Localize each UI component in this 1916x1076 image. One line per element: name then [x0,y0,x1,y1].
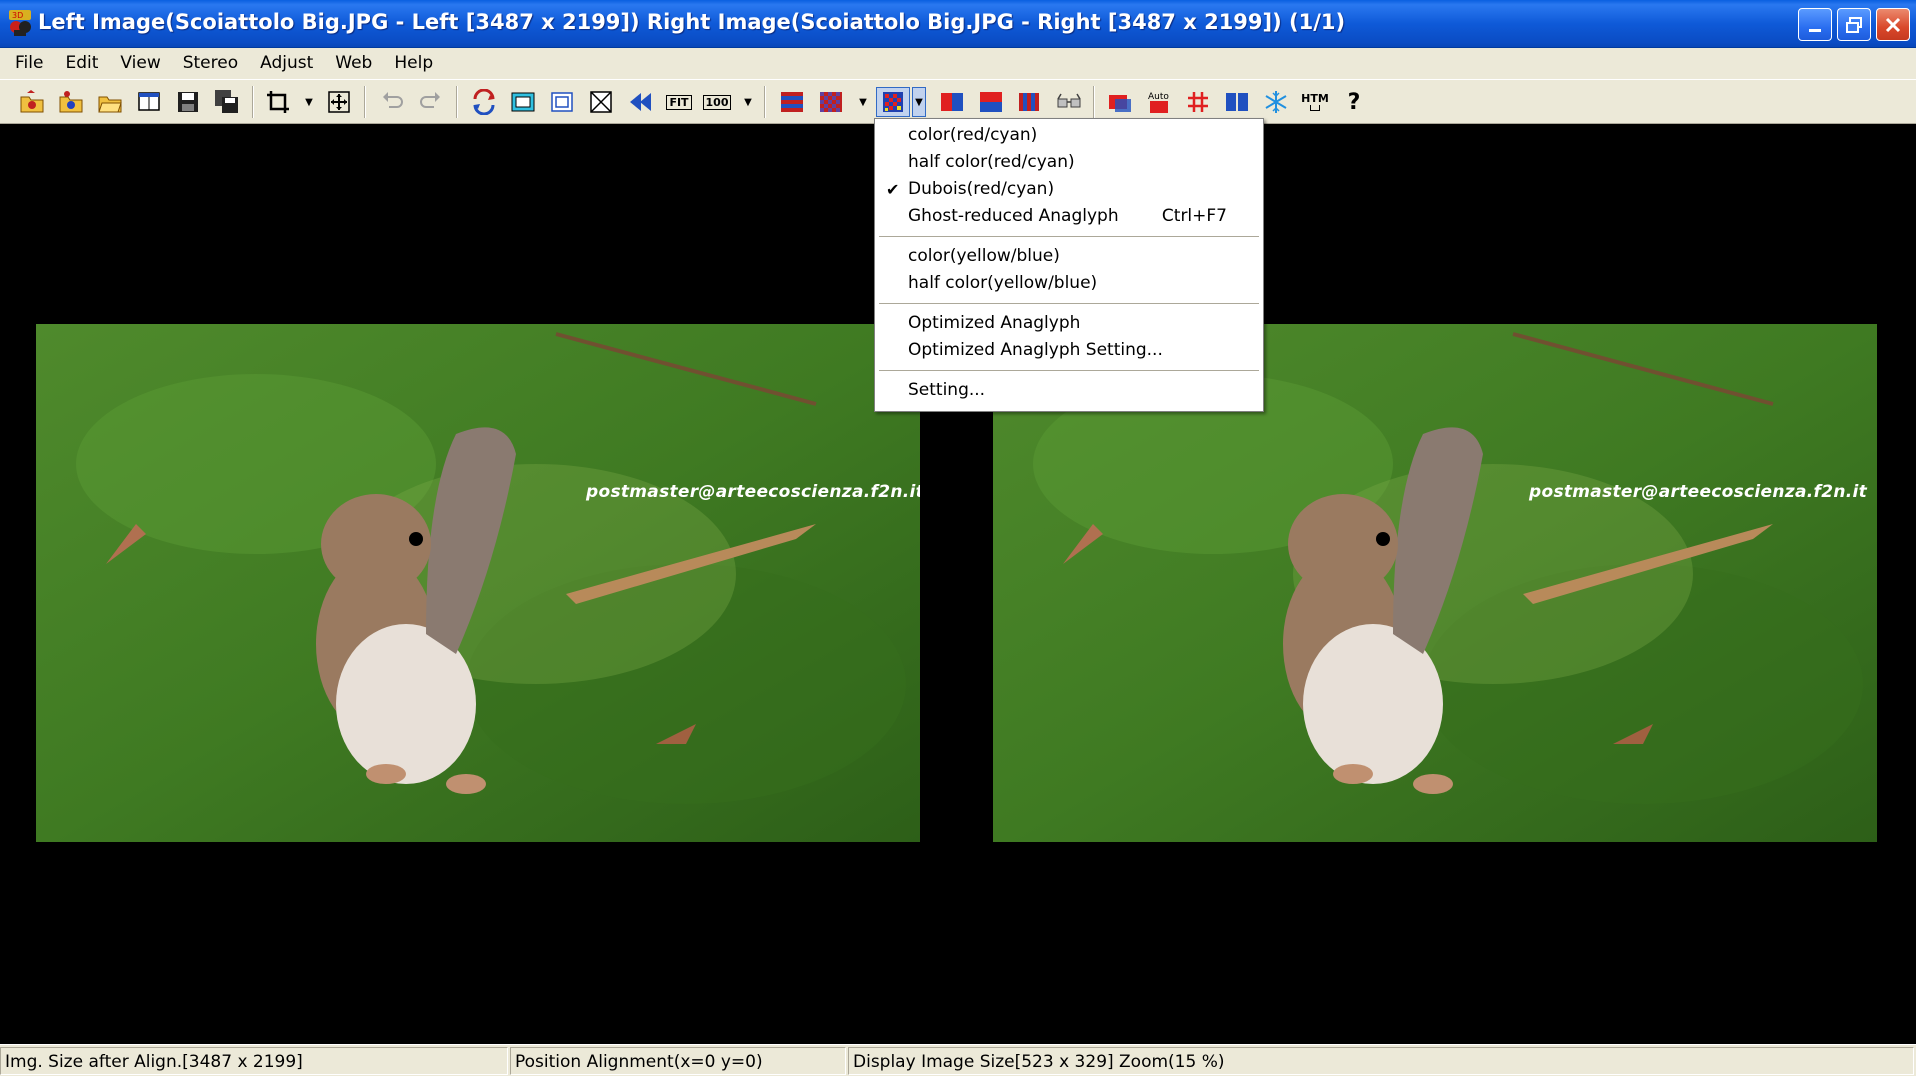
fit-label: FIT [666,94,692,110]
menu-file[interactable]: File [4,48,54,79]
menu-item-ghost-reduced-anaglyph[interactable]: Ghost-reduced Anaglyph Ctrl+F7 [877,203,1261,230]
menu-item-setting[interactable]: Setting... [877,377,1261,404]
menu-web[interactable]: Web [324,48,383,79]
open-left-icon[interactable] [18,88,46,116]
menu-separator [879,236,1259,237]
open-folder-icon[interactable] [96,88,124,116]
grid-icon[interactable] [1184,88,1212,116]
menu-item-optimized-anaglyph-setting[interactable]: Optimized Anaglyph Setting... [877,337,1261,364]
red-screen-icon[interactable] [1106,88,1134,116]
menu-stereo[interactable]: Stereo [172,48,249,79]
menu-item-optimized-anaglyph[interactable]: Optimized Anaglyph [877,310,1261,337]
zoom-dropdown-chevron-down-icon[interactable]: ▼ [741,88,755,116]
menu-help[interactable]: Help [383,48,444,79]
right-watermark: postmaster@arteecoscienza.f2n.it [1529,482,1868,502]
crop-dropdown-chevron-down-icon[interactable]: ▼ [302,88,316,116]
close-button[interactable] [1876,8,1910,41]
prev-icon[interactable] [626,88,654,116]
app-icon[interactable]: 3D [6,8,34,38]
status-position-alignment: Position Alignment(x=0 y=0) [510,1047,846,1075]
html-icon[interactable]: HTM [1301,88,1329,116]
menu-item-color-yellow-blue[interactable]: color(yellow/blue) [877,243,1261,270]
save-icon[interactable] [174,88,202,116]
toolbar-separator [1093,86,1095,118]
fullscreen-icon[interactable] [587,88,615,116]
zoom-100-label: 100 [702,94,732,110]
anaglyph-icon[interactable] [876,87,910,117]
anaglyph-dropdown-chevron-down-icon[interactable]: ▼ [912,87,926,117]
menu-view[interactable]: View [109,48,171,79]
open-stereo-icon[interactable] [135,88,163,116]
auto-align-icon[interactable]: Auto [1145,88,1173,116]
restore-button[interactable] [1837,8,1871,41]
svg-text:3D: 3D [12,11,23,20]
menu-item-half-color-yellow-blue[interactable]: half color(yellow/blue) [877,270,1261,297]
interlaced-icon[interactable] [778,88,806,116]
menu-item-dubois-red-cyan[interactable]: ✔ Dubois(red/cyan) [877,176,1261,203]
zoom-100-icon[interactable]: 100 [701,88,733,116]
anaglyph-dropdown-menu: color(red/cyan) half color(red/cyan) ✔ D… [874,118,1264,412]
title-bar[interactable]: 3D Left Image(Scoiattolo Big.JPG - Left … [0,0,1916,48]
help-icon[interactable]: ? [1340,88,1368,116]
auto-label: Auto [1148,92,1169,102]
check-icon: ✔ [886,180,900,199]
glasses-icon[interactable] [1055,88,1083,116]
toolbar-separator [364,86,366,118]
restore-icon [1846,16,1862,33]
help-label: ? [1347,89,1361,115]
frame-icon[interactable] [548,88,576,116]
menu-edit[interactable]: Edit [54,48,109,79]
above-below-icon[interactable] [977,88,1005,116]
minimize-icon [1809,29,1821,32]
menu-adjust[interactable]: Adjust [249,48,324,79]
open-right-icon[interactable] [57,88,85,116]
redo-icon[interactable] [417,88,445,116]
vertical-stripe-icon[interactable] [1016,88,1044,116]
menu-bar: File Edit View Stereo Adjust Web Help [0,48,1916,79]
align-icon[interactable] [325,88,353,116]
menu-shortcut: Ctrl+F7 [1161,206,1227,226]
minimize-button[interactable] [1798,8,1832,41]
left-watermark: postmaster@arteecoscienza.f2n.it [586,482,920,502]
undo-icon[interactable] [378,88,406,116]
checkerboard-icon[interactable] [817,88,845,116]
side-by-side-icon[interactable] [938,88,966,116]
left-image: postmaster@arteecoscienza.f2n.it [36,324,920,842]
close-icon [1885,17,1901,32]
menu-separator [879,370,1259,371]
status-display-size: Display Image Size[523 x 329] Zoom(15 %) [848,1047,1914,1075]
window-title: Left Image(Scoiattolo Big.JPG - Left [34… [38,10,1346,34]
menu-separator [879,303,1259,304]
menu-item-half-color-red-cyan[interactable]: half color(red/cyan) [877,149,1261,176]
fit-icon[interactable]: FIT [663,88,695,116]
toolbar-separator [764,86,766,118]
html-label: HTM [1301,92,1329,105]
mode-dropdown-chevron-down-icon[interactable]: ▼ [856,88,870,116]
menu-item-color-red-cyan[interactable]: color(red/cyan) [877,122,1261,149]
toolbar-separator [252,86,254,118]
window-icon[interactable] [509,88,537,116]
save-all-icon[interactable] [213,88,241,116]
parallel-icon[interactable] [1223,88,1251,116]
snowflake-icon[interactable] [1262,88,1290,116]
status-size-after-align: Img. Size after Align.[3487 x 2199] [0,1047,508,1075]
status-bar: Img. Size after Align.[3487 x 2199] Posi… [0,1044,1916,1076]
crop-icon[interactable] [264,88,292,116]
swap-icon[interactable] [470,88,498,116]
toolbar-separator [456,86,458,118]
